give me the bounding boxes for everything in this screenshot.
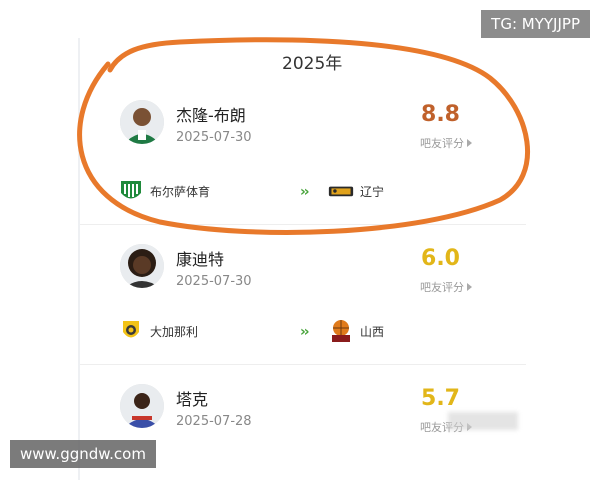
player-row-3[interactable]: 塔克 2025-07-28 5.7 吧友评分 [110,384,500,454]
avatar [120,384,164,428]
bursaspor-logo-icon [118,178,144,204]
transfer-row-2: 大加那利 ›› 山西 [110,318,500,348]
gran-canaria-logo-icon [118,318,144,344]
year-header: 2025年 [282,54,343,74]
transfer-arrow-icon: ›› [300,184,309,200]
arrow-right-icon [467,283,472,291]
to-team: 辽宁 [328,178,384,204]
fan-rating-link[interactable]: 吧友评分 [420,279,472,295]
screenshot-stage: 2025年 杰隆-布朗 2025-07-30 8.8 吧友评分 布尔萨体育 ››… [0,0,600,480]
player-row-2[interactable]: 康迪特 2025-07-30 6.0 吧友评分 [110,244,500,314]
blurred-overlay [448,412,518,430]
transfer-date: 2025-07-28 [176,414,252,429]
tg-watermark: TG: MYYJJPP [481,10,590,38]
to-team-name: 山西 [360,324,385,339]
from-team-name: 布尔萨体育 [150,184,211,199]
fan-rating-caption: 吧友评分 [420,281,464,294]
divider [80,364,526,365]
fan-rating-link[interactable]: 吧友评分 [420,135,472,151]
url-watermark: www.ggndw.com [10,440,156,468]
from-team: 布尔萨体育 [118,178,210,204]
fan-rating: 6.0 [421,246,460,271]
fan-rating-caption: 吧友评分 [420,137,464,150]
from-team-name: 大加那利 [150,324,199,339]
from-team: 大加那利 [118,318,198,344]
fan-rating: 8.8 [421,102,460,127]
to-team: 山西 [328,318,384,344]
divider [80,224,526,225]
transfer-row-1: 布尔萨体育 ›› 辽宁 [110,178,500,208]
player-row-1[interactable]: 杰隆-布朗 2025-07-30 8.8 吧友评分 [110,100,500,170]
fan-rating: 5.7 [421,386,460,411]
avatar [120,100,164,144]
shanxi-logo-icon [328,318,354,344]
to-team-name: 辽宁 [360,184,385,199]
arrow-right-icon [467,139,472,147]
player-name: 杰隆-布朗 [176,106,246,125]
transfer-date: 2025-07-30 [176,274,252,289]
player-name: 康迪特 [176,250,225,269]
liaoning-logo-icon [328,178,354,204]
transfer-arrow-icon: ›› [300,324,309,340]
avatar [120,244,164,288]
player-name: 塔克 [176,390,209,409]
transfer-date: 2025-07-30 [176,130,252,145]
